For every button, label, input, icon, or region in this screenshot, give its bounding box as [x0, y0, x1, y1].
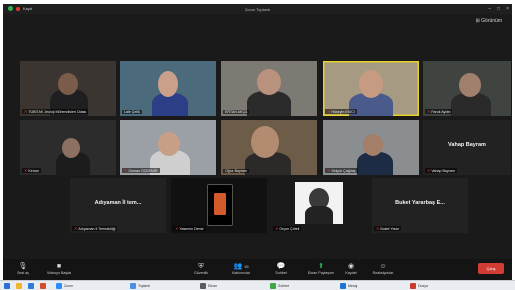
- people-icon: 👥 15: [233, 263, 249, 270]
- participant-tile[interactable]: ✕ Selçuk Çağdaş: [323, 120, 419, 175]
- folder-icon: [16, 282, 22, 289]
- minimize-icon[interactable]: –: [488, 6, 491, 12]
- mic-muted-icon: ✕: [175, 226, 179, 231]
- taskbar-item[interactable]: [40, 282, 46, 289]
- participant-tile[interactable]: Adıyaman İl tem... ✕ Adıyaman Il Temsilci…: [70, 178, 166, 233]
- title-bar: Kayıt Zoom Toplantı – □ ×: [3, 4, 512, 14]
- mic-muted-icon: ✕: [376, 226, 380, 231]
- chat-bubble-icon: 💬: [276, 263, 286, 270]
- taskbar-item[interactable]: Sohbet: [270, 282, 289, 289]
- mic-muted-icon: ✕: [427, 109, 431, 114]
- start-video-button[interactable]: ■ Videoyu Başlat: [39, 262, 79, 275]
- end-meeting-button[interactable]: Çıkış: [478, 263, 504, 274]
- window-icon: [200, 282, 206, 289]
- taskbar-item[interactable]: Ekran: [200, 282, 217, 289]
- smiley-icon: ☺: [379, 263, 387, 270]
- participant-tile[interactable]: ✕ Kenan: [20, 120, 116, 175]
- browser-icon: [28, 282, 34, 289]
- participant-tile[interactable]: Oğuz Bayram: [221, 120, 317, 175]
- participants-button[interactable]: 👥 15 Katılımcılar: [221, 262, 261, 275]
- profile-photo-icon: [295, 182, 343, 224]
- window-icon: [130, 282, 136, 289]
- windows-logo-icon: [4, 282, 10, 289]
- reactions-button[interactable]: ☺ Reaksiyonlar: [363, 262, 403, 275]
- chat-button[interactable]: 💬 Sohbet: [261, 262, 301, 275]
- window-title: Zoom Toplantı: [244, 7, 271, 12]
- maximize-icon[interactable]: □: [497, 6, 500, 12]
- participant-tile[interactable]: ERTAN AKÇA: [221, 61, 317, 116]
- mic-muted-icon: ✕: [275, 226, 279, 231]
- mic-muted-icon: ✕: [24, 109, 28, 114]
- participant-tile[interactable]: ✕ Osman ÖZDEMİR: [120, 120, 216, 175]
- app-icon: [40, 282, 46, 289]
- window-icon: [340, 282, 346, 289]
- mic-muted-icon: ✕: [24, 168, 28, 173]
- mic-muted-icon: ✕: [74, 226, 78, 231]
- meeting-toolbar: 🎙 Sesi aç ■ Videoyu Başlat ⛨ Güvenlik 👥 15 K…: [3, 259, 512, 280]
- unmute-button[interactable]: 🎙 Sesi aç: [3, 262, 43, 275]
- participant-tile[interactable]: Buket Yararbaş E... ✕ Buket Yarar: [372, 178, 468, 233]
- shield-icon: ⛨: [198, 263, 204, 270]
- participant-tile[interactable]: ✕ Yasemin Demir: [171, 178, 267, 233]
- mic-muted-icon: ✕: [327, 109, 331, 114]
- taskbar-item[interactable]: [28, 282, 34, 289]
- profile-logo-icon: [207, 184, 233, 226]
- zoom-window: Kayıt Zoom Toplantı – □ × ⊞ Görünüm ✕ TÜB…: [3, 4, 512, 280]
- window-icon: [410, 282, 416, 289]
- taskbar-item[interactable]: Mesaj: [340, 282, 357, 289]
- taskbar-item[interactable]: Toplantı: [130, 282, 150, 289]
- participant-tile[interactable]: ✕ TÜBİTAK Jeoloji Mühendisleri Odası: [20, 61, 116, 116]
- zoom-icon: [56, 282, 62, 289]
- participant-tile[interactable]: ✕ Orçun Çöteli: [271, 178, 367, 233]
- view-button[interactable]: ⊞ Görünüm: [476, 18, 502, 24]
- close-icon[interactable]: ×: [506, 6, 509, 12]
- participant-tile[interactable]: Lale Çelik: [120, 61, 216, 116]
- mic-muted-icon: ✕: [327, 168, 331, 173]
- taskbar-item[interactable]: [16, 282, 22, 289]
- microphone-icon: 🎙: [18, 263, 28, 270]
- taskbar-item[interactable]: Dosya: [410, 282, 428, 289]
- participant-tile[interactable]: Vahap Bayram ✕ Vahap Bayram: [423, 120, 511, 175]
- video-camera-icon: ■: [56, 263, 62, 270]
- mic-muted-icon: ✕: [124, 168, 128, 173]
- window-icon: [270, 282, 276, 289]
- security-button[interactable]: ⛨ Güvenlik: [181, 262, 221, 275]
- mic-muted-icon: ✕: [427, 168, 431, 173]
- start-button[interactable]: [4, 282, 10, 289]
- participant-tile[interactable]: ✕ Faruk Aydın: [423, 61, 511, 116]
- participant-tile-active-speaker[interactable]: ✕ Hüseyin EKİCİ: [323, 61, 419, 116]
- taskbar-item[interactable]: Zoom: [56, 282, 73, 289]
